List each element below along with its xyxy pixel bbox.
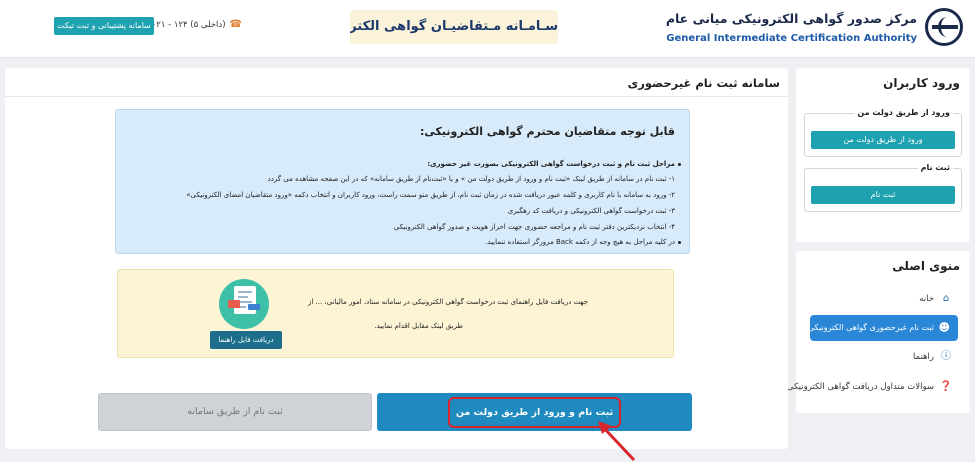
info-step-2: ۲- ورود به سامانه با نام کاربری و کلمه ع…	[186, 191, 675, 199]
add-user-icon: ☻	[938, 321, 950, 334]
main-menu-card: منوی اصلی ⌂ خانه ☻ ثبت نام غیرحضوری گواه…	[787, 251, 970, 413]
info-step-1: ۱- ثبت نام در سامانه از طریق لینک «ثبت ن…	[267, 175, 675, 183]
document-accent-blue	[248, 304, 260, 310]
info-heading: قابل توجه متقاضیان محترم گواهی الکترونیک…	[419, 125, 675, 138]
download-guide-button[interactable]: دریافت فایل راهنما	[210, 331, 282, 349]
question-icon: ❓	[939, 381, 952, 392]
document-accent-red	[228, 300, 240, 308]
menu-item-guide[interactable]: ⓘ راهنما	[796, 347, 970, 369]
register-group: ثبت نام ثبت نام	[804, 163, 962, 212]
phone-number: (داخلی ۵) ۱۲۴ - ۰۲۱	[151, 20, 226, 30]
login-card-title: ورود کاربران	[883, 76, 960, 90]
phone-contact: ☎(داخلی ۵) ۱۲۴ - ۰۲۱	[152, 19, 242, 35]
info-note: در کلیه مراحل به هیچ وجه از دکمه Back مر…	[485, 238, 675, 246]
title-divider	[5, 96, 788, 97]
notice-text-line-1: جهت دریافت فایل راهنمای ثبت درخواست گواه…	[308, 298, 588, 306]
phone-icon: ☎	[229, 19, 242, 30]
menu-item-label: راهنما	[912, 352, 934, 362]
register-via-system-button[interactable]: ثبت نام از طریق سامانه	[98, 393, 372, 431]
info-step-4: ۴- انتخاب نزدیکترین دفتر ثبت نام و مراجع…	[393, 223, 675, 231]
dolat-login-group: ورود از طریق دولت من ورود از طریق دولت م…	[804, 108, 962, 157]
register-via-dolat-button[interactable]: ثبت نام و ورود از طریق دولت من	[377, 393, 692, 431]
menu-item-label: ثبت نام غیرحضوری گواهی الکترونیکی	[808, 323, 934, 332]
register-group-label: ثبت نام	[917, 163, 953, 172]
info-step-3: ۳- ثبت درخواست گواهی الکترونیکی و دریافت…	[507, 207, 675, 215]
pointer-arrow-icon	[598, 421, 636, 462]
info-subheading: مراحل ثبت نام و ثبت درخواست گواهی الکترو…	[427, 160, 675, 168]
info-box: قابل توجه متقاضیان محترم گواهی الکترونیک…	[115, 109, 690, 254]
system-title: سـامـانه مـتقاضیـان گواهی الکترونیکی	[350, 10, 558, 44]
menu-item-label: سوالات متداول دریافت گواهی الکترونیکی	[786, 382, 934, 392]
bullet-dot	[678, 241, 681, 244]
register-button[interactable]: ثبت نام	[811, 186, 955, 204]
menu-item-label: خانه	[919, 294, 934, 304]
dolat-login-button[interactable]: ورود از طریق دولت من	[811, 131, 955, 149]
login-card: ورود کاربران ورود از طریق دولت من ورود ا…	[796, 68, 970, 242]
menu-card-title: منوی اصلی	[892, 259, 960, 273]
menu-item-home[interactable]: ⌂ خانه	[796, 289, 970, 311]
info-icon: ⓘ	[941, 351, 951, 362]
dolat-group-label: ورود از طریق دولت من	[854, 108, 953, 117]
guide-notice-box: جهت دریافت فایل راهنمای ثبت درخواست گواه…	[117, 269, 674, 358]
menu-item-faq[interactable]: ❓ سوالات متداول دریافت گواهی الکترونیکی	[787, 377, 970, 399]
support-ticket-button[interactable]: سامانه پشتیبانی و ثبت تیکت	[54, 17, 154, 35]
menu-item-online-registration[interactable]: ☻ ثبت نام غیرحضوری گواهی الکترونیکی	[808, 315, 958, 341]
notice-text-line-2: طریق لینک مقابل اقدام نمایید.	[374, 322, 463, 330]
ca-logo-icon	[925, 8, 963, 46]
org-logo[interactable]: مرکز صدور گواهی الکترونیکی میانی عام Gen…	[666, 8, 963, 50]
main-panel: سامانه ثبت نام غیرحضوری قابل توجه متقاضی…	[5, 68, 788, 449]
top-header: مرکز صدور گواهی الکترونیکی میانی عام Gen…	[0, 0, 975, 58]
org-name-fa: مرکز صدور گواهی الکترونیکی میانی عام	[665, 11, 917, 26]
home-icon: ⌂	[942, 293, 950, 304]
page-title: سامانه ثبت نام غیرحضوری	[627, 76, 780, 90]
bullet-dot	[678, 163, 681, 166]
org-name-en: General Intermediate Certification Autho…	[666, 33, 917, 44]
